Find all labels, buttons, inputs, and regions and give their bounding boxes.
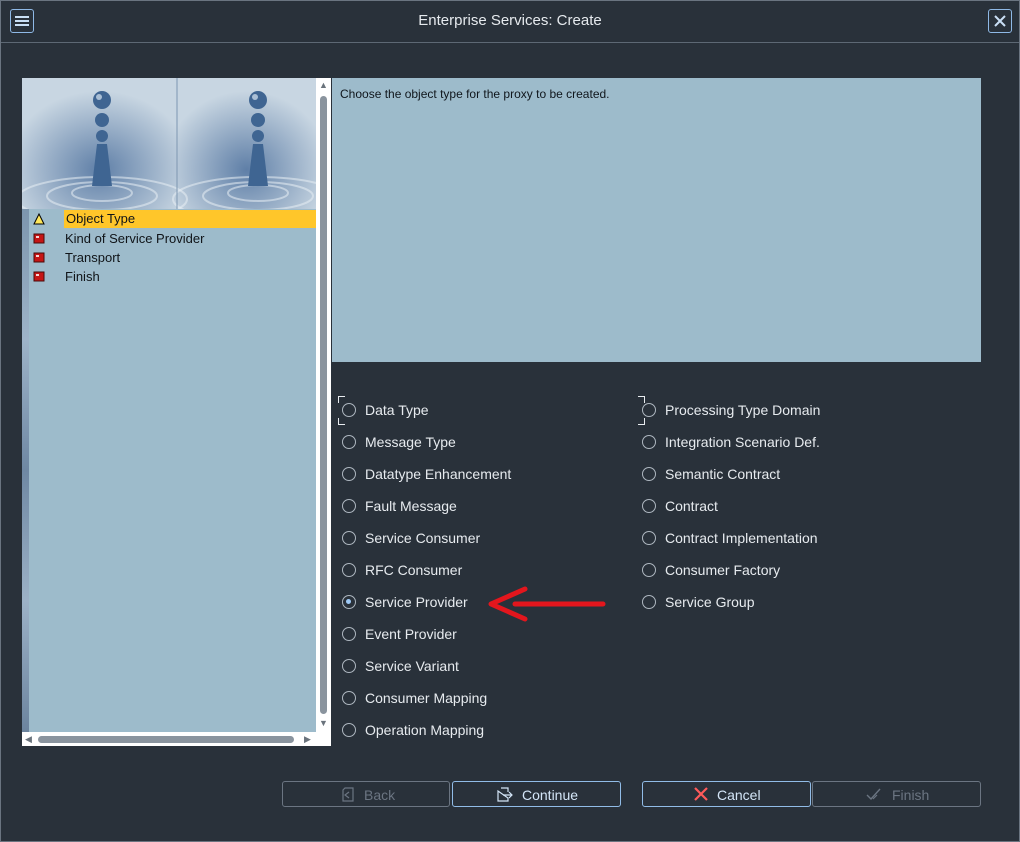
water-drop-image <box>22 78 316 209</box>
focus-corner <box>638 396 645 403</box>
water-drop-graphic <box>22 78 316 209</box>
radio-circle[interactable] <box>642 563 656 577</box>
wizard-step-finish[interactable]: Finish <box>29 267 316 286</box>
scroll-down-icon[interactable]: ▼ <box>319 718 328 728</box>
radio-label: Fault Message <box>365 498 457 514</box>
radio-circle[interactable] <box>642 403 656 417</box>
wizard-step-label: Transport <box>65 250 121 265</box>
radio-label: Datatype Enhancement <box>365 466 512 482</box>
radio-label: Service Provider <box>365 594 468 610</box>
info-text: Choose the object type for the proxy to … <box>340 87 610 101</box>
focus-corner <box>338 418 345 425</box>
error-square-icon <box>33 233 45 244</box>
radio-circle[interactable] <box>342 659 356 673</box>
annotation-arrow-icon <box>488 586 606 622</box>
radio-circle[interactable] <box>342 691 356 705</box>
warning-triangle-icon <box>33 213 45 225</box>
title-bar: Enterprise Services: Create <box>1 1 1019 43</box>
radio-label: Service Consumer <box>365 530 481 546</box>
radio-circle[interactable] <box>342 627 356 641</box>
back-button-label: Back <box>364 787 396 803</box>
finish-button[interactable]: Finish <box>812 781 981 807</box>
horizontal-scrollbar[interactable]: ◀ ▶ <box>22 732 331 746</box>
radio-circle[interactable] <box>342 435 356 449</box>
continue-button-label: Continue <box>522 787 579 803</box>
radio-label: Contract <box>665 498 718 514</box>
radio-circle[interactable] <box>642 499 656 513</box>
radio-circle[interactable] <box>642 531 656 545</box>
focus-corner <box>338 396 345 403</box>
wizard-roadmap-panel: Object Type Kind of Service Provider Tra… <box>22 78 331 746</box>
radio-circle[interactable] <box>642 435 656 449</box>
cancel-button[interactable]: Cancel <box>642 781 811 807</box>
radio-label: Message Type <box>365 434 456 450</box>
radio-label: Semantic Contract <box>665 466 781 482</box>
vertical-scrollbar[interactable]: ▲ ▼ <box>316 78 331 732</box>
window-title: Enterprise Services: Create <box>418 12 602 29</box>
close-button[interactable] <box>988 9 1012 33</box>
radio-circle[interactable] <box>342 403 356 417</box>
radio-label: Contract Implementation <box>665 530 818 546</box>
continue-page-icon <box>497 787 513 802</box>
radio-circle[interactable] <box>342 499 356 513</box>
wizard-step-label: Finish <box>65 269 100 284</box>
error-square-icon <box>33 252 45 263</box>
radio-circle-selected[interactable] <box>342 595 356 609</box>
radio-circle[interactable] <box>642 467 656 481</box>
radio-circle[interactable] <box>342 531 356 545</box>
wizard-step-object-type[interactable]: Object Type <box>29 210 317 229</box>
focus-corner <box>638 418 645 425</box>
horizontal-scroll-thumb[interactable] <box>38 736 294 743</box>
radio-label: RFC Consumer <box>365 562 463 578</box>
decorative-edge <box>22 209 29 732</box>
radio-label: Integration Scenario Def. <box>665 434 820 450</box>
finish-button-label: Finish <box>892 787 930 803</box>
info-box: Choose the object type for the proxy to … <box>332 78 981 362</box>
cancel-x-icon <box>694 787 708 801</box>
back-button[interactable]: Back <box>282 781 450 807</box>
close-icon <box>994 15 1006 27</box>
wizard-step-transport[interactable]: Transport <box>29 248 316 267</box>
radio-label: Operation Mapping <box>365 722 485 738</box>
radio-circle[interactable] <box>342 723 356 737</box>
scroll-left-icon[interactable]: ◀ <box>25 734 32 745</box>
error-square-icon <box>33 271 45 282</box>
back-page-icon <box>342 787 354 802</box>
radio-label: Service Group <box>665 594 755 610</box>
wizard-step-label: Object Type <box>64 210 317 228</box>
scroll-right-icon[interactable]: ▶ <box>304 734 311 745</box>
wizard-step-label: Kind of Service Provider <box>65 231 205 246</box>
continue-button[interactable]: Continue <box>452 781 621 807</box>
wizard-step-list: Object Type Kind of Service Provider Tra… <box>29 210 317 286</box>
finish-check-icon <box>866 788 881 801</box>
radio-label: Consumer Factory <box>665 562 781 578</box>
cancel-button-label: Cancel <box>717 787 761 803</box>
vertical-scroll-thumb[interactable] <box>320 96 327 714</box>
radio-circle[interactable] <box>342 467 356 481</box>
radio-circle[interactable] <box>642 595 656 609</box>
radio-label: Data Type <box>365 402 429 418</box>
radio-label: Consumer Mapping <box>365 690 488 706</box>
scroll-up-icon[interactable]: ▲ <box>319 80 328 90</box>
radio-label: Service Variant <box>365 658 459 674</box>
radio-label: Event Provider <box>365 626 457 642</box>
wizard-window: Enterprise Services: Create Object Type … <box>0 0 1020 842</box>
wizard-step-kind-of-service-provider[interactable]: Kind of Service Provider <box>29 229 316 248</box>
radio-label: Processing Type Domain <box>665 402 821 418</box>
radio-circle[interactable] <box>342 563 356 577</box>
